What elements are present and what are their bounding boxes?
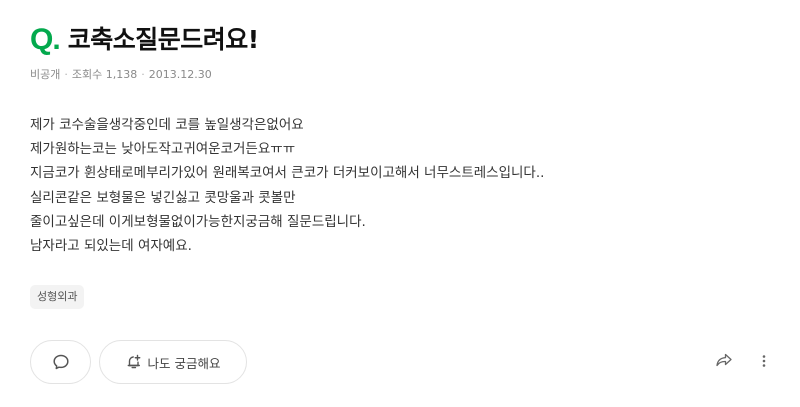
meta-separator: · [141,67,145,81]
category-tag[interactable]: 성형외과 [30,285,85,309]
comment-button[interactable] [30,340,91,384]
body-line: 남자라고 되있는데 여자예요. [30,238,192,255]
body-line: 지금코가 휜상태로메부리가있어 원래복코여서 큰코가 더커보이고해서 너무스트레… [30,165,545,182]
body-line: 제가 코수술을생각중인데 코를 높일생각은없어요 [30,117,304,133]
me-too-curious-label: 나도 궁금해요 [147,355,221,371]
more-options-button[interactable] [754,352,774,372]
question-body: 제가 코수술을생각중인데 코를 높일생각은없어요 제가원하는코는 낮아도작고귀여… [30,113,544,258]
post-date: 2013.12.30 [148,67,212,81]
question-title-row: Q. 코축소질문드려요! [30,22,259,58]
right-tools [714,352,774,372]
more-vertical-icon [762,353,766,372]
body-line: 제가원하는코는 낮아도작고귀여운코거든요ㅠㅠ [30,141,296,158]
question-meta: 비공개 · 조회수 1,138 · 2013.12.30 [30,66,212,82]
body-line: 줄이고싶은데 이게보형물없이가능한지궁금해 질문드립니다. [30,213,366,230]
me-too-curious-button[interactable]: 나도 궁금해요 [99,340,247,384]
visibility-label: 비공개 [30,68,61,81]
share-button[interactable] [714,352,734,372]
share-icon [715,352,733,372]
bell-plus-icon [126,354,142,370]
comment-icon [52,353,70,371]
question-title: 코축소질문드려요! [67,25,259,54]
question-actions: 나도 궁금해요 [30,340,247,384]
body-line: 실리콘같은 보형물은 넣긴싫고 콧망울과 콧볼만 [30,189,296,206]
meta-separator: · [64,67,68,81]
view-count: 조회수 1,138 [71,68,138,81]
question-q-mark: Q. [30,23,61,56]
